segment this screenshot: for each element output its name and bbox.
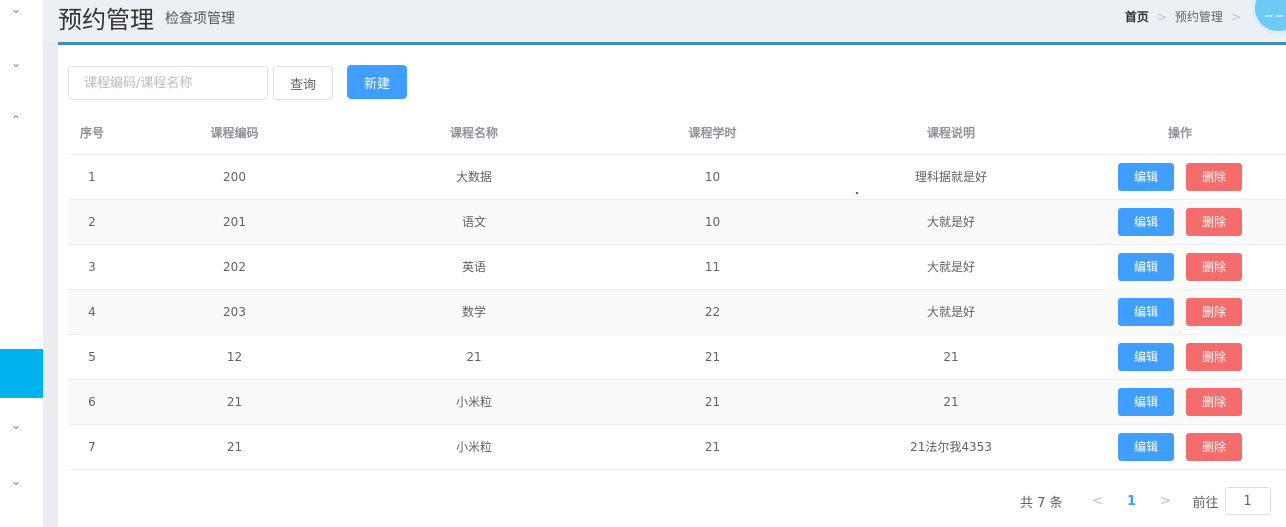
row-hours: 21 — [595, 379, 830, 425]
delete-button[interactable]: 删除 — [1186, 297, 1242, 326]
row-hours: 11 — [595, 244, 830, 290]
row-code: 203 — [116, 289, 353, 335]
chevron-down-icon[interactable]: ⌄ — [10, 419, 22, 431]
row-hours: 21 — [595, 334, 830, 380]
breadcrumb-home[interactable]: 首页 — [1125, 8, 1149, 25]
chevron-up-icon[interactable]: ⌃ — [10, 114, 22, 126]
column-header-hours: 课程学时 — [595, 112, 830, 155]
delete-button[interactable]: 删除 — [1186, 387, 1242, 416]
row-description: 理科据就是好 — [830, 154, 1072, 200]
table-row: 3 202 英语 11 大就是好 编辑 删除 — [68, 244, 1286, 290]
table-row: 4 203 数学 22 大就是好 编辑 删除 — [68, 289, 1286, 335]
row-actions: 编辑 删除 — [1072, 379, 1286, 425]
delete-button[interactable]: 删除 — [1186, 252, 1242, 281]
goto-label: 前往 — [1192, 495, 1219, 511]
row-code: 201 — [116, 199, 353, 245]
delete-button[interactable]: 删除 — [1186, 432, 1242, 461]
page-subtitle: 检查项管理 — [165, 11, 235, 27]
edit-button[interactable]: 编辑 — [1118, 207, 1174, 236]
row-hours: 10 — [595, 154, 830, 200]
edit-button[interactable]: 编辑 — [1118, 432, 1174, 461]
chevron-down-icon[interactable]: ⌄ — [10, 3, 22, 15]
row-name: 语文 — [353, 199, 595, 245]
row-actions: 编辑 删除 — [1072, 289, 1286, 335]
chevron-right-icon: > — [1230, 9, 1241, 24]
delete-button[interactable]: 删除 — [1186, 162, 1242, 191]
edit-button[interactable]: 编辑 — [1118, 297, 1174, 326]
column-header-actions: 操作 — [1072, 112, 1286, 155]
column-header-index: 序号 — [68, 112, 116, 155]
edit-button[interactable]: 编辑 — [1118, 342, 1174, 371]
row-name: 英语 — [353, 244, 595, 290]
new-button[interactable]: 新建 — [347, 65, 407, 99]
row-description: 大就是好 — [830, 199, 1072, 245]
content-header: 预约管理 检查项管理 首页 > 预约管理 > ─ ─ — [43, 0, 1286, 42]
delete-button[interactable]: 删除 — [1186, 342, 1242, 371]
chevron-down-icon[interactable]: ⌄ — [10, 57, 22, 69]
edit-button[interactable]: 编辑 — [1118, 387, 1174, 416]
red-dot — [856, 192, 858, 194]
table-header-row: 序号 课程编码 课程名称 课程学时 课程说明 操作 — [68, 112, 1286, 155]
row-description: 21 — [830, 334, 1072, 380]
sidebar: ⌄ ⌄ ⌃ ⌄ ⌄ — [0, 0, 43, 527]
pagination-total: 共 7 条 — [1020, 495, 1063, 511]
row-description: 大就是好 — [830, 289, 1072, 335]
row-code: 12 — [116, 334, 353, 380]
row-index: 3 — [68, 244, 116, 290]
column-header-description: 课程说明 — [830, 112, 1072, 155]
row-name: 大数据 — [353, 154, 595, 200]
main-panel: 查询 新建 序号 课程编码 课程名称 课程学时 课程说明 操作 1200大数据1… — [58, 42, 1286, 527]
chevron-down-icon[interactable]: ⌄ — [10, 475, 22, 487]
breadcrumb-current[interactable]: 预约管理 — [1175, 8, 1223, 25]
row-code: 21 — [116, 424, 353, 470]
row-index: 6 — [68, 379, 116, 425]
row-actions: 编辑 删除 — [1072, 334, 1286, 380]
search-input[interactable] — [68, 66, 268, 100]
column-header-name: 课程名称 — [353, 112, 595, 155]
breadcrumb: 首页 > 预约管理 > — [1125, 8, 1241, 25]
row-description: 21 — [830, 379, 1072, 425]
row-code: 202 — [116, 244, 353, 290]
table-row: 1 200 大数据 10 理科据就是好 编辑 删除 — [68, 154, 1286, 200]
row-name: 小米粒 — [353, 424, 595, 470]
next-page-icon[interactable]: > — [1151, 493, 1181, 509]
row-hours: 21 — [595, 424, 830, 470]
pagination: 共 7 条 < 1 > 前往 — [1020, 487, 1271, 515]
avatar[interactable]: ─ ─ — [1252, 0, 1286, 34]
row-actions: 编辑 删除 — [1072, 424, 1286, 470]
query-button[interactable]: 查询 — [273, 66, 333, 100]
table-row: 6 21 小米粒 21 21 编辑 删除 — [68, 379, 1286, 425]
row-code: 21 — [116, 379, 353, 425]
row-hours: 22 — [595, 289, 830, 335]
row-name: 数学 — [353, 289, 595, 335]
column-header-code: 课程编码 — [116, 112, 353, 155]
data-table: 序号 课程编码 课程名称 课程学时 课程说明 操作 1 200 大数据 10 理科据就是… — [68, 112, 1286, 470]
row-index: 5 — [68, 334, 116, 380]
chevron-right-icon: > — [1156, 9, 1167, 24]
row-index: 7 — [68, 424, 116, 470]
row-hours: 10 — [595, 199, 830, 245]
row-actions: 编辑 删除 — [1072, 154, 1286, 200]
table-row: 5 12 21 21 21 编辑 删除 — [68, 334, 1286, 380]
row-index: 1 — [68, 154, 116, 200]
row-index: 4 — [68, 289, 116, 335]
row-actions: 编辑 删除 — [1072, 244, 1286, 290]
table-row: 2 201 语文 10 大就是好 编辑 删除 — [68, 199, 1286, 245]
delete-button[interactable]: 删除 — [1186, 207, 1242, 236]
row-code: 200 — [116, 154, 353, 200]
row-name: 小米粒 — [353, 379, 595, 425]
edit-button[interactable]: 编辑 — [1118, 162, 1174, 191]
row-index: 2 — [68, 199, 116, 245]
page-number-current[interactable]: 1 — [1113, 494, 1151, 509]
row-description: 大就是好 — [830, 244, 1072, 290]
page-title: 预约管理 — [58, 6, 154, 34]
edit-button[interactable]: 编辑 — [1118, 252, 1174, 281]
prev-page-icon[interactable]: < — [1083, 493, 1113, 509]
row-name: 21 — [353, 334, 595, 380]
table-row: 7 21 小米粒 21 21法尔我4353 编辑 删除 — [68, 424, 1286, 470]
goto-page-input[interactable] — [1224, 487, 1271, 515]
row-description: 21法尔我4353 — [830, 424, 1072, 470]
row-actions: 编辑 删除 — [1072, 199, 1286, 245]
sidebar-active-item[interactable] — [0, 349, 43, 398]
